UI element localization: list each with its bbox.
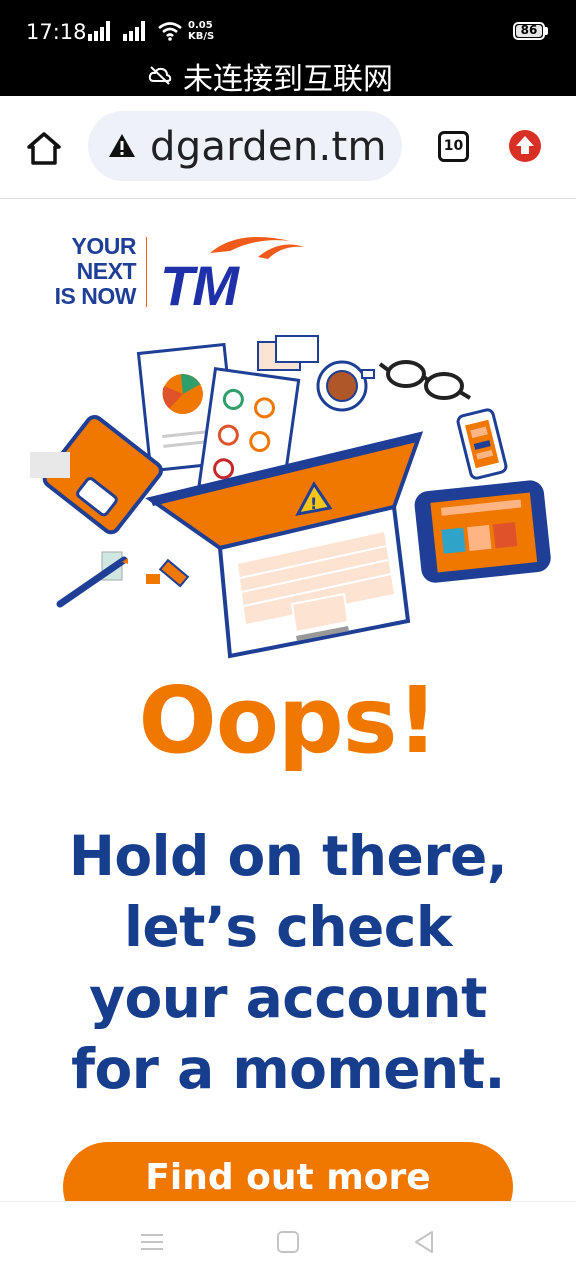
system-nav-bar: [0, 1201, 576, 1281]
network-speed-value: 0.05: [188, 20, 213, 31]
signal-icon: [88, 21, 110, 41]
update-icon[interactable]: [508, 129, 542, 163]
brand-divider: [146, 237, 147, 307]
address-bar[interactable]: dgarden.tm: [88, 111, 402, 181]
url-text[interactable]: dgarden.tm: [150, 124, 387, 170]
find-out-more-button[interactable]: Find out more: [63, 1142, 513, 1201]
glasses-icon: [378, 360, 472, 400]
network-speed-unit: KB/S: [188, 31, 215, 42]
paper-icon: [30, 452, 70, 478]
brand-tagline: YOUR NEXT IS NOW: [26, 233, 137, 309]
svg-text:!: !: [310, 494, 317, 513]
tagline-line: NEXT: [76, 258, 137, 284]
home-square-icon[interactable]: [274, 1228, 302, 1256]
home-icon[interactable]: [22, 126, 66, 170]
page-content: YOUR NEXT IS NOW TM ! Oops! Hold on ther…: [0, 199, 576, 1201]
pencil-icon: [56, 551, 128, 608]
tm-logo: TM: [160, 237, 304, 313]
signal-icon: [123, 21, 145, 41]
tabs-button[interactable]: 10: [438, 131, 469, 162]
note-icon: [275, 335, 319, 363]
warning-icon[interactable]: [108, 133, 136, 159]
wifi-icon: [158, 22, 182, 41]
page-headline: Oops!: [138, 667, 439, 774]
page-message: Hold on there, let’s check your account …: [68, 824, 508, 1101]
status-time: 17:18: [26, 20, 87, 44]
eraser-icon: [146, 574, 160, 584]
tagline-line: YOUR: [71, 233, 137, 259]
tablet-icon: [414, 480, 551, 583]
offline-notice: 未连接到互联网: [183, 62, 393, 97]
menu-icon[interactable]: [138, 1228, 166, 1256]
battery-percent: 86: [520, 23, 538, 37]
battery-cap: [545, 27, 548, 35]
coffee-cup-icon: [316, 360, 375, 412]
tagline-line: IS NOW: [54, 283, 137, 309]
eraser-icon: [158, 558, 190, 588]
phone-icon: [456, 408, 508, 480]
battery-icon: 86: [513, 22, 545, 40]
network-speed: 0.05 KB/S: [188, 20, 214, 42]
computer-desk-illustration: !: [30, 335, 551, 659]
tm-logo-text: TM: [160, 254, 240, 313]
browser-toolbar: dgarden.tm 10: [0, 96, 576, 199]
back-icon[interactable]: [410, 1228, 438, 1256]
status-bar: 17:18 0.05 KB/S 86 未连接到互联网: [0, 0, 576, 97]
